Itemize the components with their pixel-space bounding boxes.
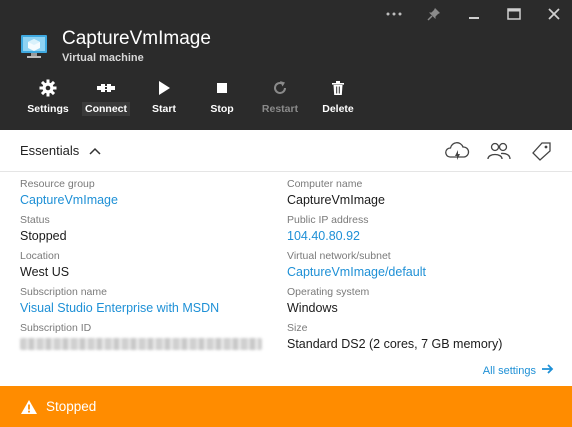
- property-label: Location: [20, 250, 60, 262]
- property-label: Public IP address: [287, 214, 369, 226]
- close-icon[interactable]: [546, 6, 562, 22]
- plug-icon: [96, 78, 116, 98]
- essentials-bar: Essentials: [0, 130, 572, 172]
- property-size: Size Standard DS2 (2 cores, 7 GB memory): [287, 321, 557, 357]
- blade-title-block: CaptureVmImage Virtual machine: [20, 28, 211, 64]
- all-settings-link[interactable]: All settings: [483, 364, 554, 377]
- gear-icon: [38, 78, 58, 98]
- property-label: Operating system: [287, 286, 370, 298]
- delete-button[interactable]: Delete: [308, 78, 368, 116]
- trash-icon: [328, 78, 348, 98]
- subscription-link[interactable]: Visual Studio Enterprise with MSDN: [20, 299, 280, 317]
- cloud-icon[interactable]: [444, 140, 470, 162]
- status-text: Stopped: [46, 399, 97, 414]
- property-value: CaptureVmImage: [287, 193, 385, 207]
- property-subscription-name: Subscription name Visual Studio Enterpri…: [20, 285, 280, 321]
- stop-button[interactable]: Stop: [192, 78, 252, 116]
- users-icon[interactable]: [486, 140, 512, 162]
- resource-group-link[interactable]: CaptureVmImage: [20, 191, 280, 209]
- restart-label: Restart: [261, 103, 299, 115]
- start-button[interactable]: Start: [134, 78, 194, 116]
- property-label: Status: [20, 214, 50, 226]
- all-settings-label: All settings: [482, 364, 536, 377]
- pin-icon[interactable]: [426, 6, 442, 22]
- status-bar: Stopped: [0, 386, 572, 427]
- page-subtitle: Virtual machine: [62, 52, 144, 64]
- property-label: Virtual network/subnet: [287, 250, 391, 262]
- restart-icon: [270, 78, 290, 98]
- connect-label: Connect: [82, 102, 130, 116]
- property-resource-group: Resource group CaptureVmImage: [20, 177, 280, 213]
- window-controls: [386, 6, 562, 22]
- play-icon: [154, 78, 174, 98]
- property-label: Resource group: [20, 178, 95, 190]
- property-operating-system: Operating system Windows: [287, 285, 557, 321]
- command-bar: Settings Connect Start Stop Restart Dele…: [18, 78, 366, 116]
- properties-right-column: Computer name CaptureVmImage Public IP a…: [287, 177, 557, 357]
- stop-label: Stop: [210, 103, 234, 115]
- restart-button[interactable]: Restart: [250, 78, 310, 116]
- property-label: Subscription name: [20, 286, 107, 298]
- connect-button[interactable]: Connect: [76, 78, 136, 116]
- essentials-toggle[interactable]: Essentials: [20, 143, 101, 158]
- virtual-network-link[interactable]: CaptureVmImage/default: [287, 263, 557, 281]
- settings-label: Settings: [27, 103, 69, 115]
- property-status: Status Stopped: [20, 213, 280, 249]
- property-subscription-id: Subscription ID: [20, 321, 280, 357]
- delete-label: Delete: [322, 103, 354, 115]
- start-label: Start: [152, 103, 176, 115]
- more-icon[interactable]: [386, 6, 402, 22]
- property-label: Subscription ID: [20, 322, 92, 334]
- minimize-icon[interactable]: [466, 6, 482, 22]
- property-value: West US: [20, 265, 70, 279]
- settings-button[interactable]: Settings: [18, 78, 78, 116]
- subscription-id-redacted: [20, 335, 280, 355]
- property-value: Stopped: [20, 229, 67, 243]
- properties-left-column: Resource group CaptureVmImage Status Sto…: [20, 177, 280, 357]
- virtual-machine-icon: [20, 32, 48, 60]
- arrow-right-icon: [542, 364, 554, 377]
- page-title: CaptureVmImage: [62, 28, 211, 49]
- blade-header: CaptureVmImage Virtual machine Settings …: [0, 0, 572, 130]
- property-public-ip: Public IP address 104.40.80.92: [287, 213, 557, 249]
- property-value: Windows: [287, 301, 338, 315]
- tag-icon[interactable]: [528, 140, 554, 162]
- essentials-actions: [444, 140, 554, 162]
- maximize-icon[interactable]: [506, 6, 522, 22]
- property-label: Size: [287, 322, 308, 334]
- property-label: Computer name: [287, 178, 363, 190]
- chevron-up-icon: [89, 143, 101, 158]
- property-computer-name: Computer name CaptureVmImage: [287, 177, 557, 213]
- essentials-title: Essentials: [20, 143, 80, 158]
- property-virtual-network: Virtual network/subnet CaptureVmImage/de…: [287, 249, 557, 285]
- property-location: Location West US: [20, 249, 280, 285]
- property-value: Standard DS2 (2 cores, 7 GB memory): [287, 337, 503, 351]
- stop-icon: [212, 78, 232, 98]
- warning-icon: [20, 399, 38, 415]
- public-ip-link[interactable]: 104.40.80.92: [287, 227, 557, 245]
